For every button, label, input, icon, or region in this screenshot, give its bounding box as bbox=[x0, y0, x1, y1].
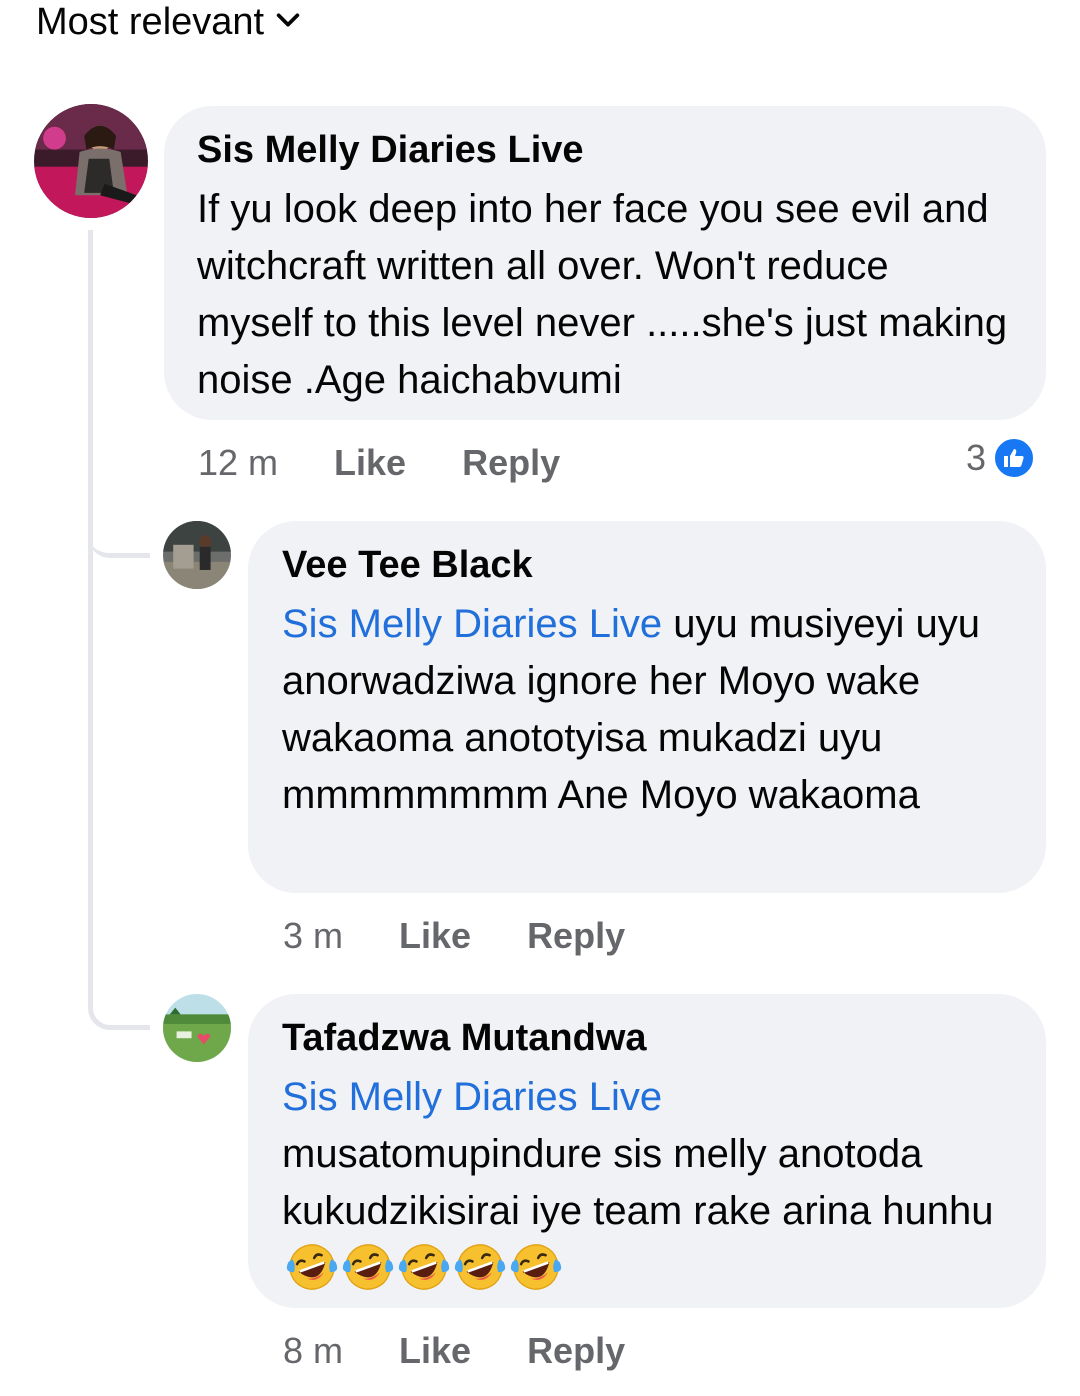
mention-link[interactable]: Sis Melly Diaries Live bbox=[282, 602, 662, 646]
comment-author[interactable]: Vee Tee Black bbox=[282, 541, 1016, 589]
mention-link[interactable]: Sis Melly Diaries Live bbox=[282, 1069, 1016, 1126]
comment-body: musatomupindure sis melly anotoda kukudz… bbox=[282, 1132, 994, 1233]
avatar[interactable] bbox=[163, 521, 231, 589]
reaction-count: 3 bbox=[966, 437, 987, 478]
like-button[interactable]: Like bbox=[399, 1330, 471, 1372]
thread-connector bbox=[88, 540, 150, 1030]
like-button[interactable]: Like bbox=[399, 915, 471, 957]
comment-text: If yu look deep into her face you see ev… bbox=[197, 187, 1008, 402]
comment-author[interactable]: Tafadzwa Mutandwa bbox=[282, 1014, 1016, 1062]
comment-author[interactable]: Sis Melly Diaries Live bbox=[197, 126, 1014, 174]
comment-actions: 8 m Like Reply bbox=[283, 1326, 625, 1376]
laughing-crying-emoji-icon bbox=[342, 1241, 394, 1293]
thumbs-up-icon bbox=[992, 436, 1037, 480]
comment-actions: 12 m Like Reply bbox=[198, 438, 560, 488]
comment-timestamp[interactable]: 8 m bbox=[283, 1330, 343, 1372]
comment-text: Sis Melly Diaries Live uyu musiyeyi uyu … bbox=[282, 596, 1016, 824]
chevron-down-icon bbox=[274, 1, 302, 44]
sort-label: Most relevant bbox=[36, 0, 265, 43]
laughing-crying-emoji-icon bbox=[454, 1241, 506, 1293]
laughing-crying-emoji-icon bbox=[398, 1241, 450, 1293]
comment-timestamp[interactable]: 3 m bbox=[283, 915, 343, 957]
reply-button[interactable]: Reply bbox=[462, 442, 560, 484]
reaction-summary[interactable]: 3 bbox=[966, 436, 1037, 480]
reply-button[interactable]: Reply bbox=[527, 915, 625, 957]
comment-bubble: Tafadzwa Mutandwa Sis Melly Diaries Live… bbox=[248, 994, 1046, 1308]
comment-bubble: Vee Tee Black Sis Melly Diaries Live uyu… bbox=[248, 521, 1046, 893]
comment-text: Sis Melly Diaries Live musatomupindure s… bbox=[282, 1069, 1016, 1297]
like-button[interactable]: Like bbox=[334, 442, 406, 484]
laughing-crying-emoji-icon bbox=[286, 1241, 338, 1293]
comment-timestamp[interactable]: 12 m bbox=[198, 442, 278, 484]
sort-dropdown[interactable]: Most relevant bbox=[36, 0, 302, 44]
comment-actions: 3 m Like Reply bbox=[283, 911, 625, 961]
avatar[interactable] bbox=[163, 994, 231, 1062]
comment-bubble: Sis Melly Diaries Live If yu look deep i… bbox=[164, 106, 1046, 420]
laughing-crying-emoji-icon bbox=[510, 1241, 562, 1293]
reply-button[interactable]: Reply bbox=[527, 1330, 625, 1372]
avatar[interactable] bbox=[34, 104, 148, 218]
emoji-row bbox=[282, 1244, 562, 1290]
thread-line bbox=[88, 230, 93, 540]
